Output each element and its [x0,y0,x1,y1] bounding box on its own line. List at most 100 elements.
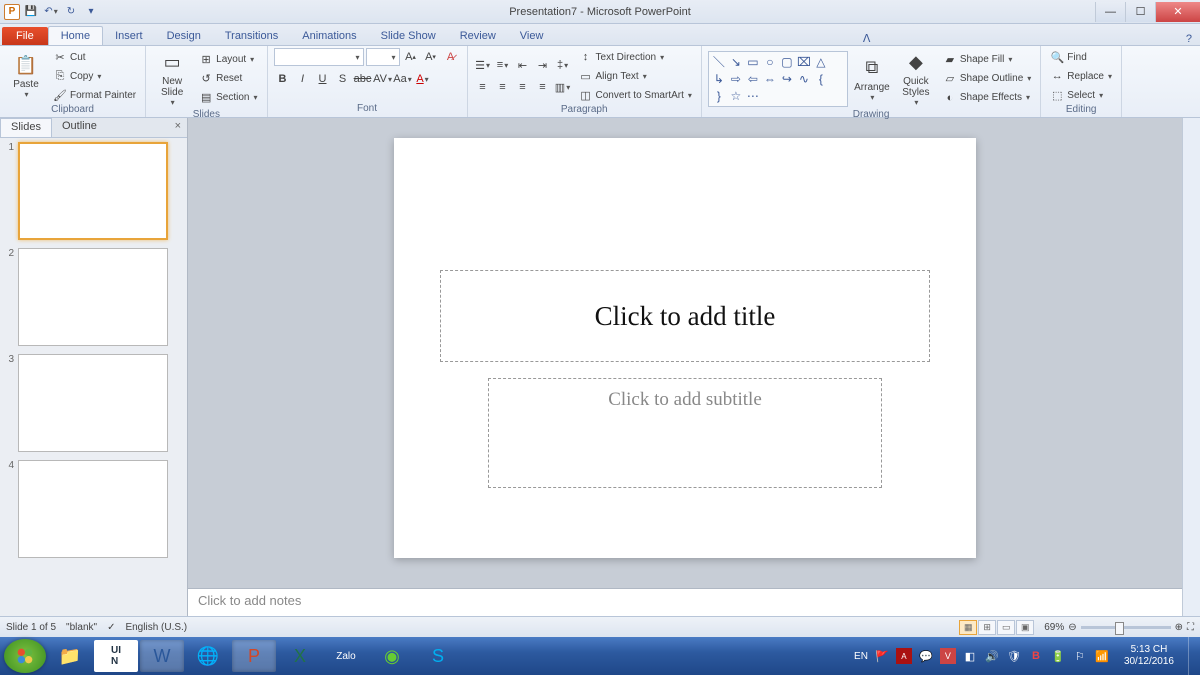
tray-action-icon[interactable]: ⚐ [1072,648,1088,664]
tray-clock[interactable]: 5:13 CH 30/12/2016 [1116,644,1182,668]
zoom-out-button[interactable]: ⊖ [1068,622,1076,633]
section-button[interactable]: ▤Section▾ [196,89,260,107]
shape-oval-icon[interactable]: ○ [762,54,778,70]
italic-button[interactable]: I [294,70,312,88]
increase-indent-button[interactable]: ⇥ [534,56,552,74]
vertical-scrollbar[interactable] [1182,118,1200,616]
tray-flag-icon[interactable]: 🚩 [874,648,890,664]
tray-chat-icon[interactable]: 💬 [918,648,934,664]
language-indicator[interactable]: English (U.S.) [125,622,187,633]
shape-rect-icon[interactable]: ▭ [745,54,761,70]
start-button[interactable] [4,639,46,673]
shape-fill-button[interactable]: ▰Shape Fill▾ [940,51,1034,69]
shape-effects-button[interactable]: ◐Shape Effects▾ [940,89,1034,107]
zoom-slider[interactable] [1081,626,1171,629]
shape-textbox-icon[interactable]: ⌧ [796,54,812,70]
shape-curved-icon[interactable]: ↪ [779,71,795,87]
shape-rounded-icon[interactable]: ▢ [779,54,795,70]
shape-double-icon[interactable]: ⇔ [762,71,778,87]
bullets-button[interactable]: ☰▾ [474,56,492,74]
format-painter-button[interactable]: 🖌Format Painter [50,86,139,104]
subtitle-placeholder[interactable]: Click to add subtitle [488,378,882,488]
qat-more-icon[interactable]: ▾ [82,3,100,21]
tab-animations[interactable]: Animations [290,27,368,45]
shape-arrow-icon[interactable]: ↘ [728,54,744,70]
minimize-button[interactable]: — [1095,2,1125,22]
justify-button[interactable]: ≡ [534,78,552,96]
tab-file[interactable]: File [2,27,48,45]
font-name-combo[interactable]: ▾ [274,48,364,66]
select-button[interactable]: ⬚Select▾ [1047,86,1115,104]
coccoc-icon[interactable]: ◉ [370,640,414,672]
tray-battery-icon[interactable]: 🔋 [1050,648,1066,664]
underline-button[interactable]: U [314,70,332,88]
fit-button[interactable]: ⛶ [1187,622,1194,633]
excel-icon[interactable]: X [278,640,322,672]
close-button[interactable]: ✕ [1155,2,1200,22]
word-icon[interactable]: W [140,640,184,672]
grow-font-button[interactable]: A▴ [402,48,420,66]
slide[interactable]: Click to add title Click to add subtitle [394,138,976,558]
change-case-button[interactable]: Aa▾ [394,70,412,88]
quick-styles-button[interactable]: ◆ Quick Styles ▾ [896,48,936,109]
help-icon[interactable]: ? [1178,33,1200,45]
text-direction-button[interactable]: ↕Text Direction▾ [576,48,695,66]
align-right-button[interactable]: ≡ [514,78,532,96]
find-button[interactable]: 🔍Find [1047,48,1115,66]
tray-volume-icon[interactable]: 🔊 [984,648,1000,664]
shape-outline-button[interactable]: ▱Shape Outline▾ [940,70,1034,88]
slideshow-view-button[interactable]: ▣ [1016,620,1034,635]
char-spacing-button[interactable]: AV▾ [374,70,392,88]
tab-home[interactable]: Home [48,26,103,45]
line-spacing-button[interactable]: ‡▾ [554,56,572,74]
zalo-icon[interactable]: Zalo [324,640,368,672]
copy-button[interactable]: ⎘Copy▾ [50,67,139,85]
shape-brace2-icon[interactable]: } [711,88,727,104]
clear-format-button[interactable]: A̷ [442,48,460,66]
normal-view-button[interactable]: ▦ [959,620,977,635]
tray-lang[interactable]: EN [854,651,868,662]
sidetab-outline[interactable]: Outline [52,118,107,137]
reset-button[interactable]: ↺Reset [196,70,260,88]
shapes-gallery[interactable]: ＼ ↘ ▭ ○ ▢ ⌧ △ ↳ ⇨ ⇦ ⇔ ↪ ∿ { } ☆ ⋯ [708,51,848,107]
ribbon-minimize-icon[interactable]: ᐱ [855,32,879,45]
tray-app-icon[interactable]: ◧ [962,648,978,664]
tray-adobe-icon[interactable]: A [896,648,912,664]
new-slide-button[interactable]: ▭ New Slide ▾ [152,48,192,109]
tray-b-icon[interactable]: B [1028,648,1044,664]
skype-icon[interactable]: S [416,640,460,672]
tab-review[interactable]: Review [448,27,508,45]
font-size-combo[interactable]: ▾ [366,48,400,66]
sidetab-slides[interactable]: Slides [0,118,52,137]
zoom-in-button[interactable]: ⊕ [1175,622,1183,633]
maximize-button[interactable]: ☐ [1125,2,1155,22]
bold-button[interactable]: B [274,70,292,88]
tab-transitions[interactable]: Transitions [213,27,290,45]
shape-triangle-icon[interactable]: △ [813,54,829,70]
powerpoint-icon[interactable]: P [232,640,276,672]
tab-slideshow[interactable]: Slide Show [369,27,448,45]
thumbnail-3[interactable]: 3 [2,354,185,452]
tab-design[interactable]: Design [155,27,213,45]
notes-pane[interactable]: Click to add notes [188,588,1182,616]
shape-line-icon[interactable]: ＼ [711,54,727,70]
decrease-indent-button[interactable]: ⇤ [514,56,532,74]
tab-insert[interactable]: Insert [103,27,155,45]
tray-shield-icon[interactable]: 🛡 [1006,648,1022,664]
align-text-button[interactable]: ▭Align Text▾ [576,67,695,85]
redo-icon[interactable]: ↻ [62,3,80,21]
shape-arrow3-icon[interactable]: ⇦ [745,71,761,87]
shape-curve-icon[interactable]: ∿ [796,71,812,87]
shape-arrow2-icon[interactable]: ⇨ [728,71,744,87]
numbering-button[interactable]: ≡▾ [494,56,512,74]
tray-network-icon[interactable]: 📶 [1094,648,1110,664]
paste-button[interactable]: 📋 Paste ▾ [6,51,46,101]
unikey-icon[interactable]: UIN [94,640,138,672]
font-color-button[interactable]: A▾ [414,70,432,88]
show-desktop-button[interactable] [1188,637,1196,675]
align-center-button[interactable]: ≡ [494,78,512,96]
shape-brace-icon[interactable]: { [813,71,829,87]
canvas[interactable]: Click to add title Click to add subtitle [188,118,1182,588]
title-placeholder[interactable]: Click to add title [440,270,930,362]
strike-button[interactable]: abc [354,70,372,88]
